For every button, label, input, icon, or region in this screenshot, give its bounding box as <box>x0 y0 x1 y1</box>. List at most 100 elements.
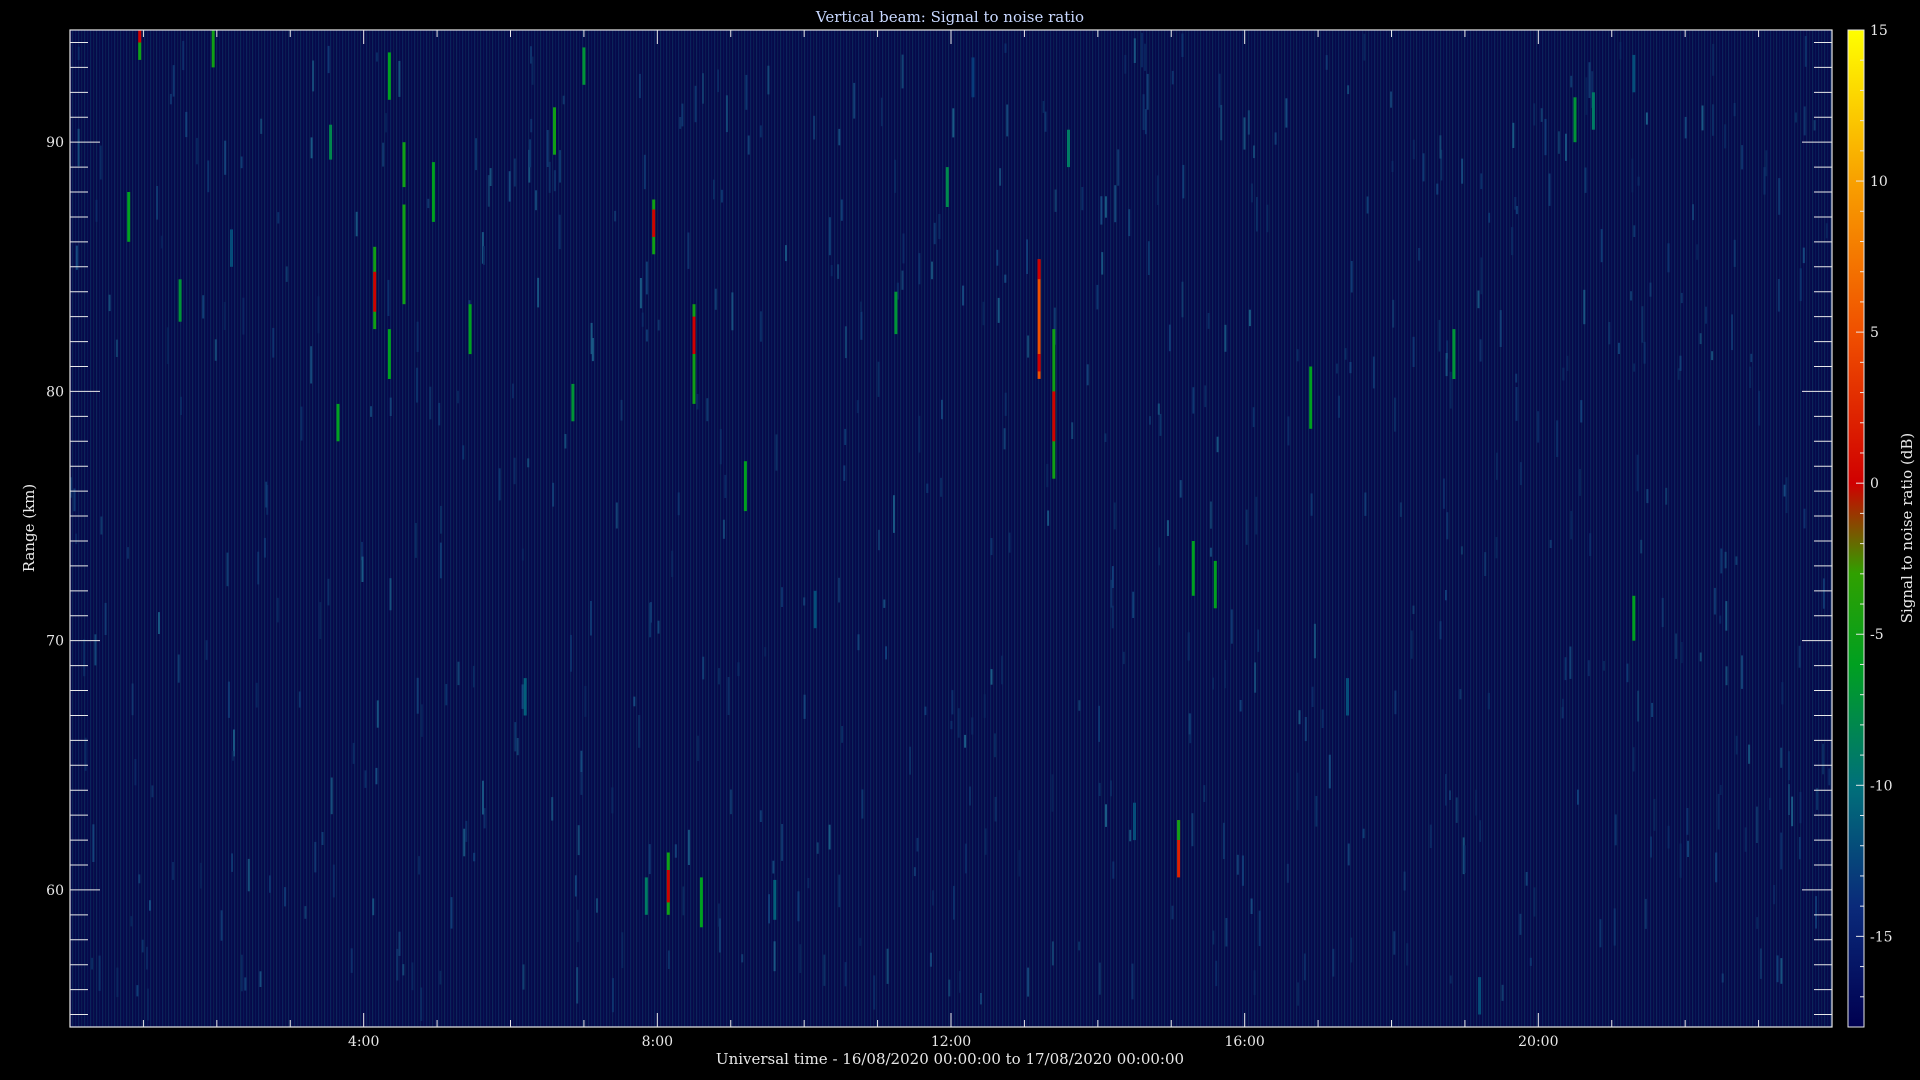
noise-streak <box>706 398 709 422</box>
echo-mark <box>523 678 527 716</box>
noise-streak <box>1643 341 1646 364</box>
noise-streak <box>416 367 419 403</box>
noise-streak <box>1225 918 1228 947</box>
noise-streak <box>465 820 468 842</box>
noise-streak <box>508 171 511 202</box>
noise-streak <box>247 858 250 892</box>
noise-streak <box>1480 173 1483 190</box>
noise-streak <box>645 329 648 342</box>
noise-streak <box>385 113 387 133</box>
x-tick-label: 16:00 <box>1224 1034 1264 1050</box>
noise-streak <box>420 704 423 737</box>
noise-streak <box>240 156 243 169</box>
echo-mark <box>138 30 142 43</box>
noise-streak <box>457 661 460 686</box>
noise-streak <box>535 190 537 211</box>
noise-streak <box>232 750 235 761</box>
noise-streak <box>1475 789 1478 816</box>
noise-streak <box>1131 963 1134 1000</box>
noise-streak <box>570 634 572 672</box>
noise-streak <box>1215 960 1218 987</box>
noise-streak <box>996 249 999 266</box>
noise-streak <box>1166 520 1169 536</box>
echo-mark <box>431 162 435 222</box>
echo-mark <box>329 124 333 160</box>
noise-streak <box>1390 91 1392 108</box>
noise-streak <box>259 971 262 987</box>
noise-streak <box>1328 754 1331 789</box>
noise-streak <box>1480 257 1483 295</box>
noise-streak <box>482 246 485 265</box>
noise-streak <box>1081 187 1084 211</box>
noise-streak <box>731 292 734 331</box>
noise-streak <box>1112 861 1115 879</box>
noise-streak <box>1245 509 1248 545</box>
noise-streak <box>1347 85 1350 95</box>
noise-streak <box>1349 362 1352 374</box>
noise-streak <box>638 73 641 99</box>
noise-streak <box>1141 32 1143 68</box>
noise-streak <box>1721 973 1724 983</box>
noise-streak <box>312 60 315 92</box>
noise-streak <box>717 69 719 93</box>
noise-streak <box>1439 135 1442 159</box>
noise-streak <box>1501 984 1504 1001</box>
noise-streak <box>1171 905 1174 920</box>
noise-streak <box>180 396 182 415</box>
noise-streak <box>702 73 704 104</box>
x-tick-label: 8:00 <box>642 1034 673 1050</box>
noise-streak <box>1412 605 1415 614</box>
noise-streak <box>182 40 185 71</box>
colorbar-tick-label: 10 <box>1870 174 1888 190</box>
noise-streak <box>263 537 266 558</box>
noise-streak <box>861 789 864 819</box>
noise-streak <box>901 54 904 89</box>
colorbar-tick-label: -15 <box>1870 929 1893 945</box>
noise-streak <box>1296 349 1299 362</box>
noise-streak <box>92 824 95 862</box>
noise-streak <box>463 828 466 857</box>
noise-streak <box>1556 420 1559 457</box>
noise-streak <box>611 787 614 814</box>
noise-streak <box>1725 666 1728 686</box>
noise-streak <box>1218 73 1221 108</box>
noise-streak <box>1724 551 1727 569</box>
noise-streak <box>1209 547 1212 557</box>
noise-streak <box>1100 196 1103 225</box>
noise-streak <box>146 946 148 970</box>
echo-mark <box>230 229 233 267</box>
noise-streak <box>546 130 549 167</box>
noise-streak <box>1515 387 1518 421</box>
noise-streak <box>1515 373 1518 383</box>
noise-streak <box>615 502 618 529</box>
noise-streak <box>916 837 919 852</box>
noise-streak <box>1051 774 1054 812</box>
noise-streak <box>1735 735 1738 755</box>
noise-streak <box>327 578 330 606</box>
noise-streak <box>1105 804 1107 827</box>
noise-streak <box>1653 798 1656 831</box>
noise-streak <box>1570 75 1573 88</box>
noise-streak <box>1780 832 1783 870</box>
noise-streak <box>1179 480 1182 498</box>
noise-streak <box>1705 306 1707 324</box>
noise-streak <box>649 602 652 638</box>
noise-streak <box>1332 948 1335 977</box>
noise-streak <box>1436 183 1439 195</box>
noise-streak <box>482 780 484 815</box>
noise-streak <box>1583 289 1586 325</box>
noise-streak <box>1187 632 1190 661</box>
noise-streak <box>1001 655 1004 685</box>
noise-streak <box>1799 268 1802 302</box>
noise-streak <box>104 602 107 635</box>
noise-streak <box>990 669 993 685</box>
noise-streak <box>1449 975 1452 984</box>
noise-streak <box>1765 150 1768 177</box>
noise-streak <box>1445 774 1447 806</box>
noise-streak <box>1394 397 1397 432</box>
noise-streak <box>1266 204 1269 233</box>
noise-streak <box>1209 501 1212 529</box>
noise-streak <box>138 874 141 884</box>
noise-streak <box>418 856 420 875</box>
noise-streak <box>516 738 519 756</box>
